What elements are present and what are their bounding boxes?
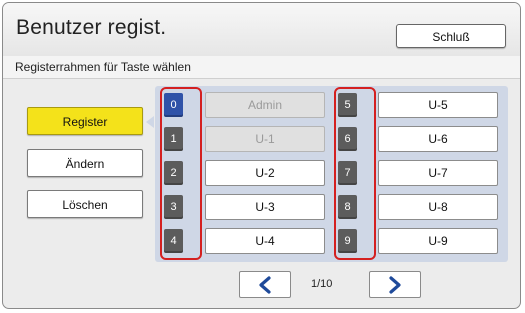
slot-number-6[interactable]: 6 (338, 127, 357, 151)
slot-number-2[interactable]: 2 (164, 161, 183, 185)
slot-button-5[interactable]: U-5 (378, 92, 498, 118)
slot-button-7[interactable]: U-7 (378, 160, 498, 186)
slot-button-1[interactable]: U-1 (205, 126, 325, 152)
slot-button-9[interactable]: U-9 (378, 228, 498, 254)
slot-number-8[interactable]: 8 (338, 195, 357, 219)
slot-button-0[interactable]: Admin (205, 92, 325, 118)
delete-button[interactable]: Löschen (27, 190, 143, 218)
slot-button-2[interactable]: U-2 (205, 160, 325, 186)
header-bar: Benutzer regist. Schluß (3, 3, 520, 57)
slot-number-5[interactable]: 5 (338, 93, 357, 117)
slot-button-8[interactable]: U-8 (378, 194, 498, 220)
next-page-button[interactable] (369, 271, 421, 298)
instruction-bar: Registerrahmen für Taste wählen (3, 56, 520, 79)
slot-button-3[interactable]: U-3 (205, 194, 325, 220)
slot-number-3[interactable]: 3 (164, 195, 183, 219)
page-indicator: 1/10 (311, 278, 333, 290)
page-title: Benutzer regist. (16, 16, 167, 39)
register-button[interactable]: Register (27, 107, 143, 135)
slot-button-6[interactable]: U-6 (378, 126, 498, 152)
slot-number-9[interactable]: 9 (338, 229, 357, 253)
slot-number-4[interactable]: 4 (164, 229, 183, 253)
change-button[interactable]: Ändern (27, 149, 143, 177)
chevron-left-icon (259, 275, 271, 294)
slot-button-4[interactable]: U-4 (205, 228, 325, 254)
slot-number-0[interactable]: 0 (164, 93, 183, 117)
instruction-text: Registerrahmen für Taste wählen (15, 60, 191, 74)
slot-number-1[interactable]: 1 (164, 127, 183, 151)
selection-pointer (146, 116, 154, 128)
app-window: Benutzer regist. Schluß Registerrahmen f… (2, 2, 521, 309)
prev-page-button[interactable] (239, 271, 291, 298)
chevron-right-icon (389, 275, 401, 294)
exit-button[interactable]: Schluß (396, 24, 506, 48)
slot-number-7[interactable]: 7 (338, 161, 357, 185)
